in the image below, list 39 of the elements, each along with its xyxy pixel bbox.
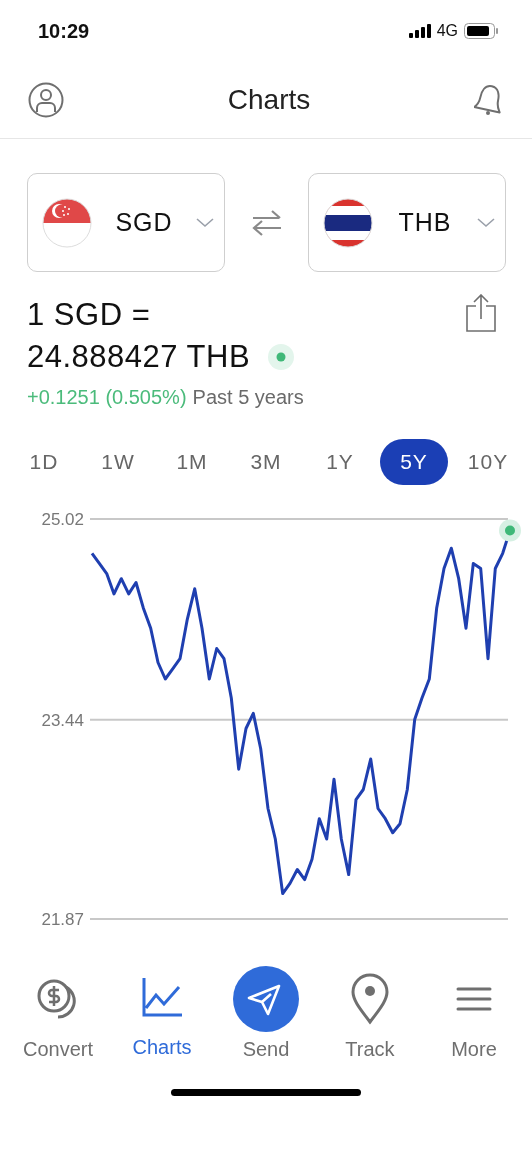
nav-tab[interactable]: Convert: [10, 964, 106, 1061]
rate-change: +0.1251 (0.505%): [27, 386, 187, 409]
period-tab[interactable]: 1Y: [306, 439, 374, 485]
period-tab[interactable]: 1M: [158, 439, 226, 485]
bell-icon[interactable]: [474, 83, 504, 117]
rate-value: 24.888427 THB: [27, 338, 251, 376]
page-title: Charts: [227, 84, 311, 116]
nav-tab[interactable]: Track: [322, 964, 418, 1061]
line-chart-icon: [140, 975, 184, 1019]
nav-tab[interactable]: More: [426, 964, 522, 1061]
live-dot-icon: [268, 344, 295, 370]
chevron-down-icon: [477, 217, 495, 228]
period-tab[interactable]: 1W: [84, 439, 152, 485]
rate-line: 1 SGD =: [27, 296, 152, 334]
nav-tab[interactable]: Send: [218, 964, 314, 1061]
period-tab[interactable]: 10Y: [454, 439, 522, 485]
tick-label: 23.44: [41, 710, 84, 730]
end-point-marker: [499, 519, 521, 542]
network-label: 4G: [436, 22, 458, 40]
period-tab[interactable]: 5Y: [380, 439, 448, 485]
profile-icon[interactable]: [28, 82, 64, 118]
send-icon: [233, 966, 299, 1032]
flag-icon: [42, 197, 92, 248]
signal-icon: [408, 24, 431, 38]
period-tab[interactable]: 3M: [232, 439, 300, 485]
chevron-down-icon: [196, 217, 214, 228]
location-pin-icon: [350, 973, 390, 1025]
menu-icon: [456, 986, 492, 1012]
tick-label: 21.87: [41, 910, 84, 929]
share-icon[interactable]: [466, 294, 496, 332]
swap-icon[interactable]: [250, 207, 283, 238]
nav-tab[interactable]: Charts: [114, 962, 210, 1061]
status-time: 10:29: [38, 19, 90, 43]
currency-selector[interactable]: THB: [308, 173, 506, 272]
period-tab[interactable]: 1D: [10, 439, 78, 485]
battery-icon: [464, 23, 498, 39]
tick-label: 25.02: [41, 510, 84, 529]
currency-selector[interactable]: SGD: [27, 173, 225, 272]
period-label: Past 5 years: [192, 386, 304, 409]
